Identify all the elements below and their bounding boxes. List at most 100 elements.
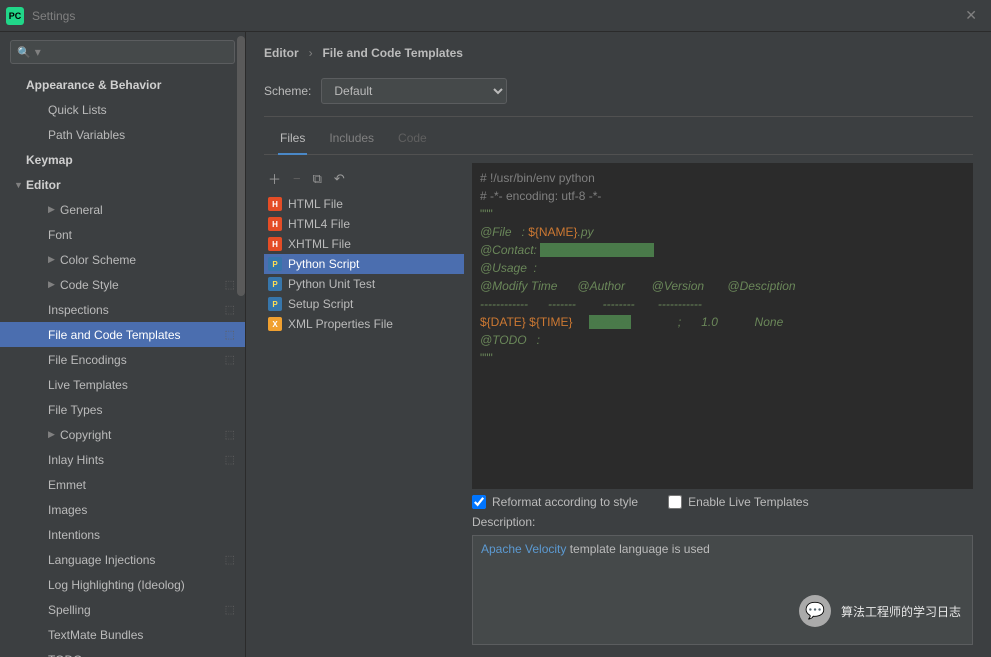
sidebar-item-label: TextMate Bundles: [48, 628, 143, 642]
file-type-icon: H: [268, 197, 282, 211]
expand-arrow-icon: ▶: [48, 204, 60, 215]
tab[interactable]: Files: [278, 125, 307, 155]
template-item[interactable]: P Python Script: [264, 254, 464, 274]
sidebar-item[interactable]: TODO: [0, 647, 245, 657]
close-icon[interactable]: ✕: [957, 3, 985, 28]
template-label: XML Properties File: [288, 317, 393, 331]
template-list: HHTML FileHHTML4 FileHXHTML FilePPython …: [264, 194, 464, 645]
sidebar-item-label: Intentions: [48, 528, 100, 542]
scope-icon: ⬚: [225, 278, 235, 291]
copy-icon[interactable]: ⧉: [313, 171, 322, 187]
sidebar-item[interactable]: Emmet: [0, 472, 245, 497]
file-type-icon: P: [268, 257, 282, 271]
search-input[interactable]: 🔍 ▾: [10, 40, 235, 64]
sidebar-item[interactable]: ▶General: [0, 197, 245, 222]
breadcrumb: Editor › File and Code Templates: [264, 44, 973, 60]
add-icon[interactable]: ＋: [268, 169, 281, 188]
titlebar: PC Settings ✕: [0, 0, 991, 32]
sidebar-item[interactable]: Quick Lists: [0, 97, 245, 122]
sidebar-item[interactable]: ▶Color Scheme: [0, 247, 245, 272]
template-editor[interactable]: # !/usr/bin/env python # -*- encoding: u…: [472, 163, 973, 489]
sidebar-item[interactable]: File and Code Templates ⬚: [0, 322, 245, 347]
sidebar-item[interactable]: Inspections⬚: [0, 297, 245, 322]
divider: [264, 116, 973, 117]
template-item[interactable]: PSetup Script: [264, 294, 464, 314]
template-label: Setup Script: [288, 297, 353, 311]
sidebar-item-label: File Encodings: [48, 353, 127, 367]
sidebar-item-label: Images: [48, 503, 87, 517]
scope-icon: ⬚: [225, 453, 235, 466]
sidebar-item[interactable]: ▼Editor: [0, 172, 245, 197]
reformat-checkbox-input[interactable]: [472, 495, 486, 509]
file-type-icon: H: [268, 237, 282, 251]
sidebar-item[interactable]: Language Injections⬚: [0, 547, 245, 572]
scheme-select[interactable]: Default: [321, 78, 507, 104]
reformat-label: Reformat according to style: [492, 495, 638, 509]
template-item[interactable]: H HTML File: [264, 194, 464, 214]
template-label: Python Script: [288, 257, 359, 271]
reformat-checkbox[interactable]: Reformat according to style: [472, 495, 638, 509]
sidebar-item-label: Editor: [26, 178, 61, 192]
sidebar-item[interactable]: File Encodings ⬚: [0, 347, 245, 372]
template-item[interactable]: H XHTML File: [264, 234, 464, 254]
sidebar-item-label: Font: [48, 228, 72, 242]
expand-arrow-icon: ▶: [48, 279, 60, 290]
sidebar-item-label: TODO: [48, 653, 82, 657]
template-label: Python Unit Test: [288, 277, 375, 291]
sidebar-item[interactable]: Images: [0, 497, 245, 522]
scope-icon: ⬚: [225, 553, 235, 566]
tab: Code: [396, 125, 429, 154]
sidebar-item[interactable]: Intentions: [0, 522, 245, 547]
sidebar-item-label: Inspections: [48, 303, 109, 317]
sidebar-item-label: Appearance & Behavior: [26, 78, 161, 92]
description-text: template language is used: [566, 542, 709, 556]
template-item[interactable]: PPython Unit Test: [264, 274, 464, 294]
template-item[interactable]: H HTML4 File: [264, 214, 464, 234]
sidebar-item-label: Live Templates: [48, 378, 128, 392]
tab[interactable]: Includes: [327, 125, 376, 154]
sidebar-scrollbar[interactable]: [236, 32, 246, 352]
revert-icon[interactable]: ↶: [334, 171, 345, 187]
breadcrumb-leaf: File and Code Templates: [322, 46, 462, 60]
template-toolbar: ＋ − ⧉ ↶: [264, 163, 464, 194]
template-label: XHTML File: [288, 237, 351, 251]
sidebar-item-label: Keymap: [26, 153, 73, 167]
description-label: Description:: [472, 515, 973, 529]
template-item[interactable]: XXML Properties File: [264, 314, 464, 334]
description-box: Apache Velocity template language is use…: [472, 535, 973, 645]
content-pane: Editor › File and Code Templates Scheme:…: [246, 32, 991, 657]
sidebar-item[interactable]: Live Templates: [0, 372, 245, 397]
sidebar-item[interactable]: File Types: [0, 397, 245, 422]
sidebar-item[interactable]: ▶Code Style⬚: [0, 272, 245, 297]
expand-arrow-icon: ▶: [48, 429, 60, 440]
tab-bar: Files Includes Code: [264, 125, 973, 155]
sidebar-item[interactable]: Path Variables: [0, 122, 245, 147]
app-icon: PC: [6, 7, 24, 25]
scope-icon: ⬚: [225, 328, 235, 341]
window-title: Settings: [32, 9, 75, 23]
scope-icon: ⬚: [225, 353, 235, 366]
template-label: HTML File: [288, 197, 343, 211]
remove-icon[interactable]: −: [293, 171, 301, 186]
scheme-label: Scheme:: [264, 84, 311, 98]
sidebar-item[interactable]: Log Highlighting (Ideolog): [0, 572, 245, 597]
scope-icon: ⬚: [225, 603, 235, 616]
sidebar-item[interactable]: ▶Copyright⬚: [0, 422, 245, 447]
sidebar-item-label: File and Code Templates: [48, 328, 181, 342]
live-checkbox-input[interactable]: [668, 495, 682, 509]
velocity-link[interactable]: Apache Velocity: [481, 542, 566, 556]
sidebar-item[interactable]: Spelling⬚: [0, 597, 245, 622]
scrollbar-thumb[interactable]: [237, 36, 245, 296]
sidebar-item[interactable]: TextMate Bundles: [0, 622, 245, 647]
breadcrumb-root[interactable]: Editor: [264, 46, 299, 60]
sidebar-item[interactable]: Keymap: [0, 147, 245, 172]
template-label: HTML4 File: [288, 217, 350, 231]
file-type-icon: H: [268, 217, 282, 231]
sidebar-item[interactable]: Inlay Hints⬚: [0, 447, 245, 472]
sidebar-item-label: Color Scheme: [60, 253, 136, 267]
sidebar-item[interactable]: Appearance & Behavior: [0, 72, 245, 97]
sidebar-item-label: Emmet: [48, 478, 86, 492]
live-templates-checkbox[interactable]: Enable Live Templates: [668, 495, 809, 509]
sidebar-item-label: Log Highlighting (Ideolog): [48, 578, 185, 592]
sidebar-item[interactable]: Font: [0, 222, 245, 247]
